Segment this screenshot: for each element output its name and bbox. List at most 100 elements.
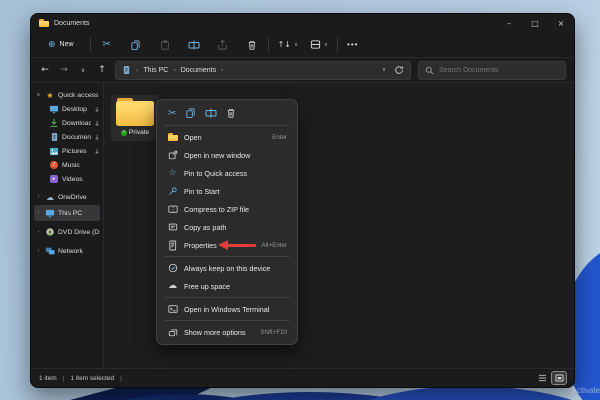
sidebar-item-label: OneDrive: [58, 193, 87, 201]
details-view-button[interactable]: [535, 372, 549, 384]
always-available-icon: [167, 263, 178, 273]
status-bar: 1 item | 1 item selected |: [31, 368, 574, 387]
window-title: Documents: [54, 19, 90, 27]
menu-item-copy-as-path[interactable]: Copy as path: [161, 218, 293, 236]
search-input[interactable]: [439, 66, 559, 74]
chevron-expanded-icon[interactable]: ∨: [35, 92, 42, 98]
copy-as-path-icon: [167, 222, 178, 232]
sidebar-item-dvd-drive[interactable]: › DVD Drive (D:) ESD-I: [31, 224, 103, 240]
menu-item-show-more-options[interactable]: Show more options Shift+F10: [161, 323, 293, 341]
breadcrumb-this-pc[interactable]: This PC: [143, 67, 168, 74]
address-dropdown-icon[interactable]: ∨: [382, 67, 386, 73]
menu-item-shortcut: Enter: [272, 133, 287, 141]
sidebar-item-label: Videos: [62, 175, 83, 183]
new-button[interactable]: ⊕ New: [41, 38, 81, 52]
activate-watermark: Activate: [571, 386, 600, 395]
chevron-collapsed-icon[interactable]: ›: [35, 194, 42, 200]
view-icon: [310, 39, 321, 50]
delete-icon[interactable]: [226, 107, 236, 119]
status-divider: |: [120, 374, 122, 382]
sidebar-item-label: Network: [58, 247, 83, 255]
copy-icon[interactable]: [185, 107, 196, 119]
menu-item-label: Show more options: [184, 327, 246, 337]
share-icon[interactable]: [216, 37, 230, 53]
menu-item-properties[interactable]: Properties Alt+Enter: [161, 236, 293, 254]
copy-icon[interactable]: [129, 37, 143, 53]
sidebar-item-documents[interactable]: Documents: [31, 130, 103, 144]
pin-icon: [94, 134, 100, 141]
cut-icon[interactable]: ✂: [168, 108, 176, 119]
menu-item-open-in-windows-terminal[interactable]: Open in Windows Terminal: [161, 300, 293, 318]
cut-icon[interactable]: ✂: [100, 37, 114, 53]
large-icons-view-button[interactable]: [551, 371, 567, 385]
close-button[interactable]: ×: [548, 14, 574, 32]
menu-item-open[interactable]: Open Enter: [161, 128, 293, 146]
minimize-button[interactable]: –: [496, 14, 522, 32]
file-list-area[interactable]: ✓ Private ✂ Open Enter Open in new windo…: [104, 83, 574, 368]
see-more-button[interactable]: •••: [347, 40, 358, 49]
sidebar-item-music[interactable]: ♪ Music: [31, 158, 103, 172]
menu-item-label: Open: [184, 132, 202, 142]
menu-divider: [164, 256, 290, 257]
paste-icon[interactable]: [158, 37, 172, 53]
sidebar-item-label: Documents: [62, 133, 91, 141]
sidebar-item-pictures[interactable]: Pictures: [31, 144, 103, 158]
toolbar-divider: [337, 37, 339, 52]
folder-icon: [116, 98, 154, 126]
context-menu: ✂ Open Enter Open in new window ☆ Pin to…: [156, 99, 298, 345]
forward-button[interactable]: →: [58, 65, 70, 75]
sidebar-item-label: DVD Drive (D:) ESD-I: [58, 228, 100, 236]
menu-divider: [164, 297, 290, 298]
view-button[interactable]: ∨: [310, 39, 328, 50]
folder-item-private[interactable]: ✓ Private: [111, 95, 159, 141]
menu-item-free-up-space[interactable]: ☁ Free up space: [161, 277, 293, 295]
breadcrumb-documents[interactable]: Documents: [181, 67, 216, 74]
address-bar[interactable]: › This PC › Documents › ∨: [115, 60, 411, 80]
refresh-icon[interactable]: [394, 65, 404, 75]
folder-icon: [167, 133, 178, 141]
back-button[interactable]: ←: [39, 65, 51, 75]
chevron-collapsed-icon[interactable]: ›: [35, 210, 42, 216]
search-icon: [425, 66, 434, 75]
sidebar-item-onedrive[interactable]: › ☁ OneDrive: [31, 189, 103, 205]
breadcrumb-separator: ›: [173, 66, 176, 74]
chevron-collapsed-icon[interactable]: ›: [35, 229, 42, 235]
explorer-window: Documents – □ × ⊕ New ✂ ↑↓ ∨ ∨ ••• ← → ∨…: [30, 13, 575, 388]
breadcrumb-separator: ›: [221, 66, 224, 74]
chevron-collapsed-icon[interactable]: ›: [35, 248, 42, 254]
search-box[interactable]: [418, 60, 566, 80]
menu-item-compress-to-zip[interactable]: Compress to ZIP file: [161, 200, 293, 218]
delete-icon[interactable]: [245, 37, 259, 53]
zip-icon: [167, 204, 178, 214]
rename-icon[interactable]: [205, 107, 217, 119]
sidebar-item-desktop[interactable]: Desktop: [31, 102, 103, 116]
menu-item-label: Always keep on this device: [184, 263, 271, 273]
item-count: 1 item: [39, 374, 57, 382]
menu-item-always-keep-on-device[interactable]: Always keep on this device: [161, 259, 293, 277]
up-button[interactable]: ↑: [96, 65, 108, 75]
breadcrumb-separator: ›: [136, 66, 139, 74]
sidebar-item-videos[interactable]: ▸ Videos: [31, 172, 103, 186]
sidebar-item-this-pc[interactable]: › This PC: [34, 205, 100, 221]
menu-item-label: Pin to Start: [184, 186, 220, 196]
title-bar[interactable]: Documents – □ ×: [31, 14, 574, 32]
sort-button[interactable]: ↑↓ ∨: [278, 40, 298, 49]
onedrive-synced-icon: ✓: [120, 129, 127, 136]
sidebar-item-label: This PC: [58, 209, 83, 217]
sidebar-item-quick-access[interactable]: ∨ ★ Quick access: [31, 88, 103, 102]
maximize-button[interactable]: □: [522, 14, 548, 32]
recent-locations-button[interactable]: ∨: [77, 67, 89, 74]
rename-icon[interactable]: [187, 37, 201, 53]
plus-circle-icon: ⊕: [48, 39, 56, 50]
quick-access-star-icon: ★: [46, 90, 54, 100]
sidebar-item-network[interactable]: › Network: [31, 243, 103, 259]
sidebar-item-downloads[interactable]: Downloads: [31, 116, 103, 130]
sidebar-item-label: Quick access: [58, 91, 99, 99]
videos-icon: ▸: [49, 175, 59, 183]
menu-item-open-in-new-window[interactable]: Open in new window: [161, 146, 293, 164]
command-bar: ⊕ New ✂ ↑↓ ∨ ∨ •••: [31, 32, 574, 58]
menu-item-pin-to-quick-access[interactable]: ☆ Pin to Quick access: [161, 164, 293, 182]
desktop-icon: [49, 105, 59, 114]
menu-item-pin-to-start[interactable]: Pin to Start: [161, 182, 293, 200]
location-icon: [122, 65, 131, 75]
